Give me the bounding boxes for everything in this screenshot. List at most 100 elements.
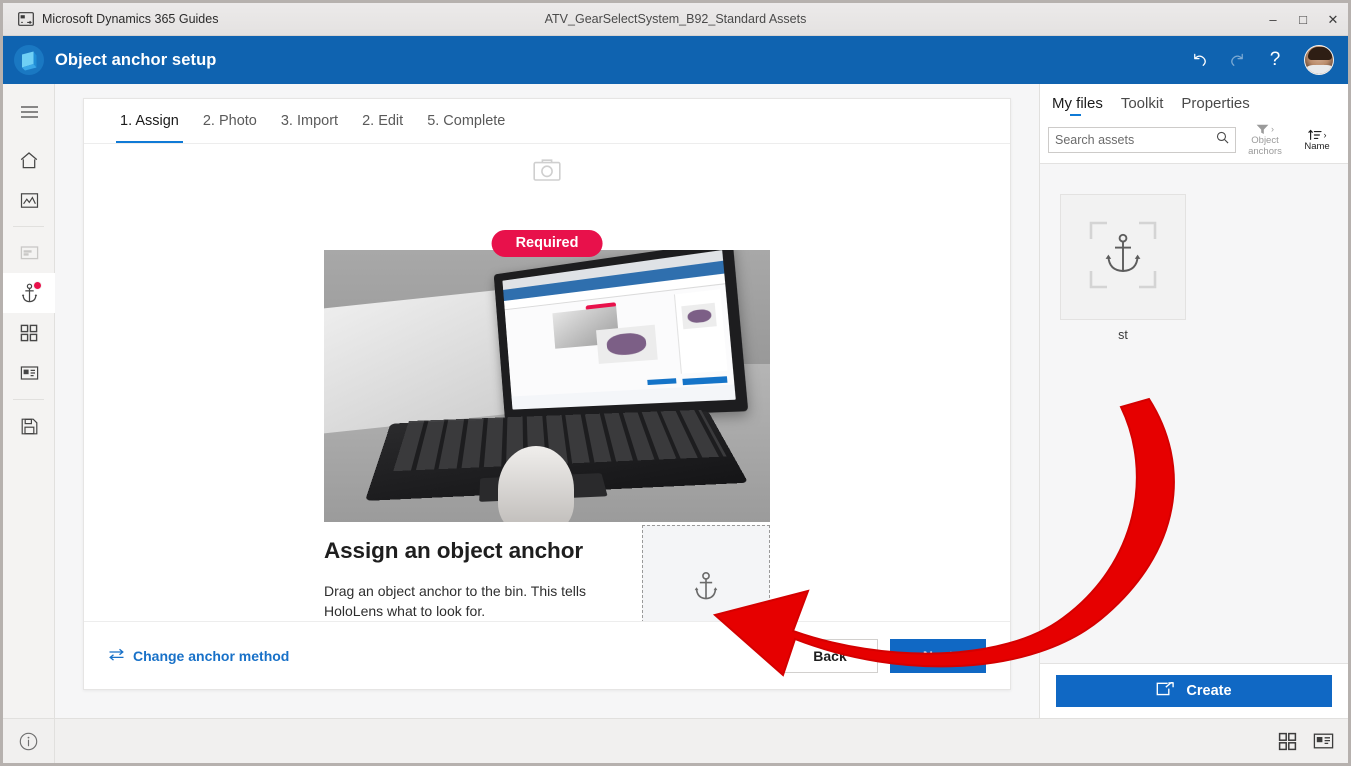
status-bar <box>3 718 1348 763</box>
asset-toolbar: › Object anchors › Name <box>1040 116 1348 164</box>
list-item[interactable]: st <box>1060 194 1186 342</box>
left-navigation-rail <box>3 84 55 718</box>
create-button-label: Create <box>1186 683 1231 699</box>
status-badge: Required <box>492 230 603 257</box>
rail-divider <box>13 226 44 227</box>
image-icon[interactable] <box>3 180 55 220</box>
app-name: Microsoft Dynamics 365 Guides <box>42 12 218 26</box>
detail-view-icon[interactable] <box>1313 732 1334 750</box>
object-anchor-setup-card: 1. Assign 2. Photo 3. Import 2. Edit 5. … <box>83 98 1011 690</box>
hero-screen-create-button <box>682 377 727 386</box>
save-icon[interactable] <box>3 406 55 446</box>
search-icon[interactable] <box>1216 131 1229 149</box>
object-anchor-drop-bin[interactable] <box>642 525 770 621</box>
filter-icon: › <box>1256 124 1274 135</box>
page-title: Object anchor setup <box>55 51 216 70</box>
step-tabs: 1. Assign 2. Photo 3. Import 2. Edit 5. … <box>84 99 1010 144</box>
instruction-description: Drag an object anchor to the bin. This t… <box>324 582 586 621</box>
back-button[interactable]: Back <box>782 639 878 673</box>
minimize-button[interactable]: – <box>1258 3 1288 36</box>
hero-image <box>324 250 770 522</box>
hero-laptop-screen <box>502 250 735 409</box>
tab-my-files-label: My files <box>1052 95 1103 112</box>
hamburger-menu-icon[interactable] <box>3 92 55 132</box>
card-footer: Change anchor method Back Next <box>84 621 1010 689</box>
object-anchor-thumbnail-icon <box>1086 218 1160 297</box>
main-canvas: 1. Assign 2. Photo 3. Import 2. Edit 5. … <box>55 84 1039 718</box>
maximize-button[interactable]: □ <box>1288 3 1318 36</box>
tab-toolkit[interactable]: Toolkit <box>1121 95 1164 116</box>
tab-assign-label: 1. Assign <box>120 113 179 129</box>
window-controls: – □ ✕ <box>1258 3 1348 36</box>
tab-my-files[interactable]: My files <box>1052 95 1103 116</box>
tab-import-label: 3. Import <box>281 113 338 129</box>
home-icon[interactable] <box>3 140 55 180</box>
instruction-text: Assign an object anchor Drag an object a… <box>324 532 602 621</box>
title-bar-left: Microsoft Dynamics 365 Guides <box>3 12 218 26</box>
undo-icon[interactable] <box>1182 43 1216 77</box>
filter-chevron-icon: › <box>1271 124 1274 134</box>
application-window: Microsoft Dynamics 365 Guides ATV_GearSe… <box>0 0 1351 766</box>
new-window-icon <box>1156 682 1174 701</box>
header-actions: ? <box>1182 36 1334 84</box>
camera-placeholder-icon <box>533 158 561 187</box>
card-icon <box>3 233 55 273</box>
tab-complete-label: 5. Complete <box>427 113 505 129</box>
tab-photo-label: 2. Photo <box>203 113 257 129</box>
tab-properties-label: Properties <box>1181 95 1249 112</box>
tab-edit[interactable]: 2. Edit <box>350 99 415 143</box>
next-button[interactable]: Next <box>890 639 986 673</box>
tab-assign[interactable]: 1. Assign <box>108 99 191 143</box>
card-body: Required <box>84 144 1010 621</box>
asset-label: st <box>1060 328 1186 342</box>
right-panel: My files Toolkit Properties <box>1039 84 1348 718</box>
help-glyph: ? <box>1270 49 1281 71</box>
grid-icon[interactable] <box>3 313 55 353</box>
hero-image-wrap <box>84 250 1010 522</box>
info-icon[interactable] <box>3 719 55 763</box>
instruction-inner: Assign an object anchor Drag an object a… <box>324 532 770 621</box>
instruction-section: Assign an object anchor Drag an object a… <box>84 532 1010 621</box>
view-toggles <box>1278 719 1334 763</box>
change-anchor-method-label: Change anchor method <box>133 648 289 664</box>
grid-view-icon[interactable] <box>1278 732 1297 751</box>
tab-import[interactable]: 3. Import <box>269 99 350 143</box>
hero-screen-thumbnail <box>681 303 716 329</box>
redo-icon[interactable] <box>1220 43 1254 77</box>
sort-name-button[interactable]: › Name <box>1294 127 1340 153</box>
filter-object-anchors-button[interactable]: › Object anchors <box>1242 122 1288 157</box>
help-icon[interactable]: ? <box>1258 43 1292 77</box>
filter-label: Object anchors <box>1242 136 1288 157</box>
instruction-title: Assign an object anchor <box>324 538 602 564</box>
hero-screen-next-button <box>647 378 676 385</box>
avatar-hair <box>1308 47 1332 60</box>
hero-screen-right-panel <box>673 290 727 374</box>
rail-divider-2 <box>13 399 44 400</box>
avatar[interactable] <box>1304 45 1334 75</box>
tab-complete[interactable]: 5. Complete <box>415 99 517 143</box>
create-button[interactable]: Create <box>1056 675 1332 707</box>
change-anchor-method-button[interactable]: Change anchor method <box>108 648 289 664</box>
sidebar-item-object-anchor[interactable] <box>3 273 55 313</box>
hero-screen-object <box>596 325 657 364</box>
camera-placeholder-wrap <box>84 158 1010 187</box>
sort-icon: › <box>1308 129 1327 141</box>
close-button[interactable]: ✕ <box>1318 3 1348 36</box>
search-box[interactable] <box>1048 127 1236 153</box>
hero-hand <box>498 446 574 522</box>
tab-properties[interactable]: Properties <box>1181 95 1249 116</box>
tab-toolkit-label: Toolkit <box>1121 95 1164 112</box>
swap-icon <box>108 648 125 664</box>
sort-label: Name <box>1304 142 1329 153</box>
tab-photo[interactable]: 2. Photo <box>191 99 269 143</box>
slide-icon[interactable] <box>3 353 55 393</box>
search-input[interactable] <box>1055 133 1216 147</box>
sort-chevron-icon: › <box>1324 130 1327 140</box>
right-panel-tabs: My files Toolkit Properties <box>1040 84 1348 116</box>
tab-edit-label: 2. Edit <box>362 113 403 129</box>
title-bar: Microsoft Dynamics 365 Guides ATV_GearSe… <box>3 3 1348 36</box>
dynamics-guides-logo <box>3 45 55 75</box>
asset-thumbnail[interactable] <box>1060 194 1186 320</box>
create-row: Create <box>1040 664 1348 718</box>
hero-laptop-lid <box>493 250 747 420</box>
